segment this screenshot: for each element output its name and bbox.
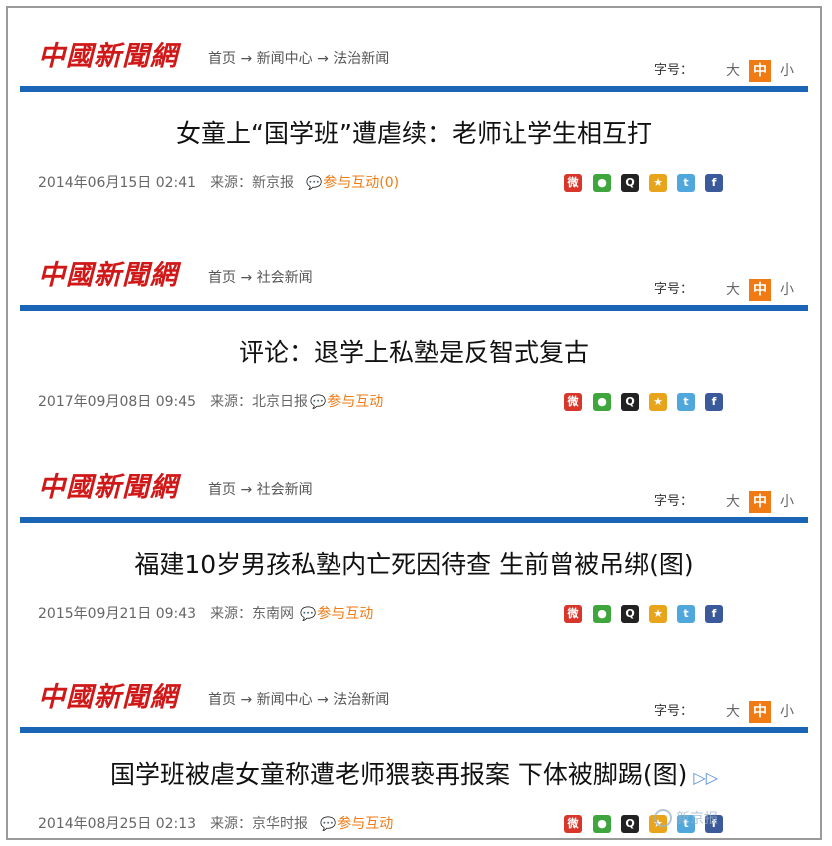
tweibo-icon[interactable]: t bbox=[677, 605, 695, 623]
article-source: 来源：北京日报 bbox=[210, 394, 309, 410]
interact-link[interactable]: 💬参与互动(0) bbox=[306, 175, 399, 191]
article-meta: 2015年09月21日 09:43 来源：东南网 💬参与互动 bbox=[38, 605, 373, 624]
speech-bubble-icon: 💬 bbox=[310, 395, 327, 410]
qzone-icon[interactable]: ★ bbox=[649, 174, 667, 192]
article-headline: 女童上“国学班”遭虐续：老师让学生相互打 bbox=[176, 119, 652, 148]
watermark-logo-icon bbox=[654, 809, 672, 827]
font-size-small-button[interactable]: 小 bbox=[776, 279, 798, 301]
breadcrumb[interactable]: 首页 → 社会新闻 bbox=[208, 269, 313, 287]
font-size-small-button[interactable]: 小 bbox=[776, 491, 798, 513]
article-datetime: 2017年09月08日 09:45 bbox=[38, 394, 197, 410]
header-divider bbox=[20, 305, 808, 311]
speech-bubble-icon: 💬 bbox=[306, 176, 323, 191]
interact-link[interactable]: 💬参与互动 bbox=[300, 606, 373, 622]
breadcrumb[interactable]: 首页 → 新闻中心 → 法治新闻 bbox=[208, 691, 389, 709]
wechat-icon[interactable]: ● bbox=[593, 393, 611, 411]
article-source: 来源：东南网 bbox=[210, 606, 295, 622]
weibo-icon[interactable]: 微 bbox=[564, 174, 582, 192]
interact-label: 参与互动 bbox=[317, 606, 374, 622]
play-arrows-icon[interactable]: ▷▷ bbox=[693, 768, 718, 787]
site-logo[interactable]: 中國新聞網 bbox=[38, 683, 178, 713]
qq-icon[interactable]: Q bbox=[621, 174, 639, 192]
article-source: 来源：新京报 bbox=[210, 175, 295, 191]
facebook-icon[interactable]: f bbox=[705, 393, 723, 411]
qzone-icon[interactable]: ★ bbox=[649, 393, 667, 411]
speech-bubble-icon: 💬 bbox=[320, 817, 337, 832]
font-size-large-button[interactable]: 大 bbox=[722, 491, 744, 513]
article-header-3: 中國新聞網 首页 → 社会新闻 字号： 大 中 小 福建10岁男孩私塾内亡死因待… bbox=[8, 439, 820, 649]
article-datetime: 2015年09月21日 09:43 bbox=[38, 606, 197, 622]
font-size-label: 字号： bbox=[654, 282, 694, 297]
speech-bubble-icon: 💬 bbox=[300, 607, 317, 622]
font-size-medium-button[interactable]: 中 bbox=[749, 60, 771, 82]
article-headline: 评论：退学上私塾是反智式复古 bbox=[238, 338, 589, 367]
font-size-medium-button[interactable]: 中 bbox=[749, 701, 771, 723]
weibo-icon[interactable]: 微 bbox=[564, 605, 582, 623]
interact-label: 参与互动 bbox=[327, 394, 384, 410]
watermark-text: 新京报 bbox=[676, 811, 718, 827]
header-divider bbox=[20, 517, 808, 523]
header-divider bbox=[20, 727, 808, 733]
header-divider bbox=[20, 86, 808, 92]
weibo-icon[interactable]: 微 bbox=[564, 393, 582, 411]
facebook-icon[interactable]: f bbox=[705, 174, 723, 192]
interact-link[interactable]: 💬参与互动 bbox=[320, 816, 393, 832]
article-header-2: 中國新聞網 首页 → 社会新闻 字号： 大 中 小 评论：退学上私塾是反智式复古… bbox=[8, 227, 820, 437]
font-size-medium-button[interactable]: 中 bbox=[749, 491, 771, 513]
weibo-icon[interactable]: 微 bbox=[564, 815, 582, 833]
facebook-icon[interactable]: f bbox=[705, 605, 723, 623]
font-size-small-button[interactable]: 小 bbox=[776, 701, 798, 723]
wechat-icon[interactable]: ● bbox=[593, 815, 611, 833]
interact-label: 参与互动 bbox=[337, 816, 394, 832]
article-datetime: 2014年08月25日 02:13 bbox=[38, 816, 197, 832]
font-size-label: 字号： bbox=[654, 704, 694, 719]
font-size-large-button[interactable]: 大 bbox=[722, 60, 744, 82]
font-size-small-button[interactable]: 小 bbox=[776, 60, 798, 82]
interact-label: 参与互动(0) bbox=[323, 175, 400, 191]
site-logo[interactable]: 中國新聞網 bbox=[38, 261, 178, 291]
article-meta: 2014年08月25日 02:13 来源：京华时报 💬参与互动 bbox=[38, 815, 393, 834]
article-meta: 2017年09月08日 09:45 来源：北京日报 💬参与互动 bbox=[38, 393, 383, 412]
screenshot-collage: 中國新聞網 首页 → 新闻中心 → 法治新闻 字号： 大 中 小 女童上“国学班… bbox=[6, 6, 822, 840]
breadcrumb[interactable]: 首页 → 社会新闻 bbox=[208, 481, 313, 499]
site-logo[interactable]: 中國新聞網 bbox=[38, 42, 178, 72]
article-headline-row: 国学班被虐女童称遭老师猥亵再报案 下体被脚踢(图) ▷▷ bbox=[8, 759, 820, 794]
qq-icon[interactable]: Q bbox=[621, 605, 639, 623]
font-size-label: 字号： bbox=[654, 494, 694, 509]
site-logo[interactable]: 中國新聞網 bbox=[38, 473, 178, 503]
wechat-icon[interactable]: ● bbox=[593, 605, 611, 623]
tweibo-icon[interactable]: t bbox=[677, 393, 695, 411]
wechat-icon[interactable]: ● bbox=[593, 174, 611, 192]
article-meta: 2014年06月15日 02:41 来源：新京报 💬参与互动(0) bbox=[38, 174, 399, 193]
tweibo-icon[interactable]: t bbox=[677, 174, 695, 192]
qq-icon[interactable]: Q bbox=[621, 815, 639, 833]
breadcrumb[interactable]: 首页 → 新闻中心 → 法治新闻 bbox=[208, 50, 389, 68]
interact-link[interactable]: 💬参与互动 bbox=[310, 394, 383, 410]
font-size-label: 字号： bbox=[654, 63, 694, 78]
qzone-icon[interactable]: ★ bbox=[649, 605, 667, 623]
qq-icon[interactable]: Q bbox=[621, 393, 639, 411]
font-size-large-button[interactable]: 大 bbox=[722, 279, 744, 301]
font-size-medium-button[interactable]: 中 bbox=[749, 279, 771, 301]
watermark: 新京报 bbox=[654, 808, 718, 828]
article-headline: 国学班被虐女童称遭老师猥亵再报案 下体被脚踢(图) bbox=[109, 760, 688, 789]
article-headline: 福建10岁男孩私塾内亡死因待查 生前曾被吊绑(图) bbox=[134, 550, 694, 579]
article-source: 来源：京华时报 bbox=[210, 816, 309, 832]
article-datetime: 2014年06月15日 02:41 bbox=[38, 175, 197, 191]
font-size-large-button[interactable]: 大 bbox=[722, 701, 744, 723]
article-header-1: 中國新聞網 首页 → 新闻中心 → 法治新闻 字号： 大 中 小 女童上“国学班… bbox=[8, 8, 820, 218]
